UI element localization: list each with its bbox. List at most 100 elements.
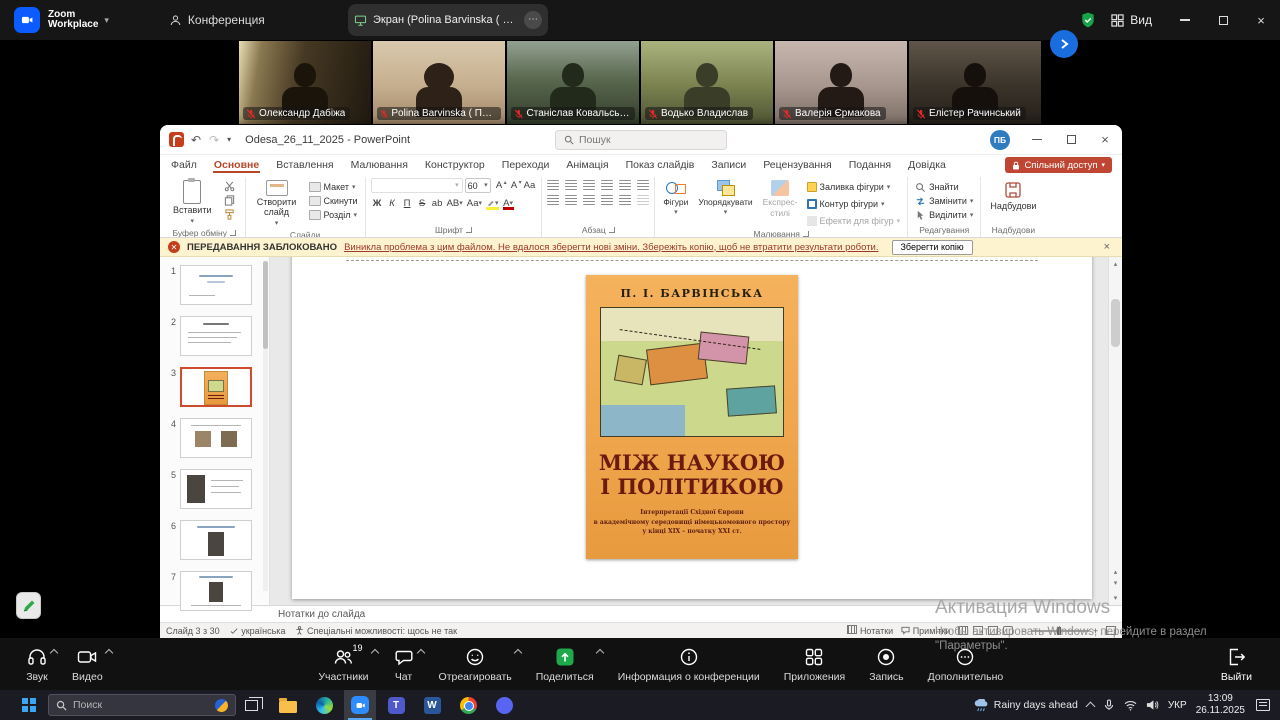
react-menu-caret[interactable]: [514, 649, 522, 657]
slide-thumb-6[interactable]: 6: [168, 520, 269, 560]
chat-menu-caret[interactable]: [416, 649, 424, 657]
italic-button[interactable]: К: [386, 196, 399, 210]
chrome-icon[interactable]: [452, 690, 484, 720]
columns-icon[interactable]: [619, 195, 631, 205]
smartart-convert-icon[interactable]: [637, 195, 649, 205]
shape-outline-button[interactable]: Контур фігури▾: [805, 197, 903, 211]
taskbar-search-box[interactable]: [48, 694, 236, 716]
tab-insert[interactable]: Вставлення: [275, 157, 334, 173]
quick-styles-button[interactable]: Експрес-стилі: [760, 178, 801, 221]
dialog-launcher-icon[interactable]: [803, 231, 809, 237]
taskbar-search-input[interactable]: [73, 699, 209, 711]
apps-button[interactable]: Приложения: [772, 638, 857, 690]
tab-view[interactable]: Подання: [848, 157, 892, 173]
chat-button[interactable]: Чат: [381, 638, 427, 690]
notes-pane[interactable]: Нотатки до слайда: [160, 605, 1122, 622]
align-left-icon[interactable]: [547, 195, 559, 205]
more-button[interactable]: Дополнительно: [916, 638, 1016, 690]
tab-draw[interactable]: Малювання: [350, 157, 409, 173]
start-button[interactable]: [12, 690, 46, 720]
close-button[interactable]: ×: [1242, 0, 1280, 40]
minimize-button[interactable]: [1166, 0, 1204, 40]
hidden-icons-chevron[interactable]: [1085, 702, 1095, 712]
tab-more-button[interactable]: ⋯: [524, 11, 542, 29]
slide-canvas[interactable]: П. І. БАРВІНСЬКА МІЖ НАУКОЮ І ПОЛІТИКОЮ …: [270, 257, 1122, 605]
participants-menu-caret[interactable]: [370, 649, 378, 657]
slide-thumb-2[interactable]: 2: [168, 316, 269, 356]
bullets-icon[interactable]: [547, 180, 559, 190]
nav-meeting-tab[interactable]: Конференция: [169, 13, 265, 27]
view-button[interactable]: Вид: [1111, 13, 1152, 27]
accessibility-status[interactable]: Спеціальні можливості: щось не так: [295, 626, 457, 636]
ppt-search-box[interactable]: [555, 130, 727, 150]
previous-slide-button[interactable]: ▴: [1114, 568, 1118, 576]
teams-icon[interactable]: [380, 690, 412, 720]
tab-transitions[interactable]: Переходи: [501, 157, 551, 173]
warning-close-icon[interactable]: ×: [1100, 241, 1114, 253]
next-participants-button[interactable]: [1050, 30, 1078, 58]
paste-button[interactable]: Вставити ▾: [169, 178, 216, 227]
annotation-button[interactable]: [16, 592, 41, 619]
ppt-close-button[interactable]: ×: [1088, 125, 1122, 155]
select-button[interactable]: Виділити▾: [913, 208, 975, 222]
redo-icon[interactable]: ↷: [209, 133, 219, 147]
change-case-button[interactable]: Аа▾: [466, 196, 483, 210]
participant-tile-active[interactable]: Polina Barvinska ( Поліна…: [373, 41, 505, 124]
fit-slide-icon[interactable]: [1106, 626, 1116, 635]
dialog-launcher-icon[interactable]: [609, 227, 615, 233]
record-button[interactable]: Запись: [857, 638, 915, 690]
next-slide-button[interactable]: ▾: [1114, 579, 1118, 587]
book-cover-image[interactable]: П. І. БАРВІНСЬКА МІЖ НАУКОЮ І ПОЛІТИКОЮ …: [586, 275, 798, 559]
tab-review[interactable]: Рецензування: [762, 157, 832, 173]
user-avatar[interactable]: ПБ: [990, 130, 1010, 150]
normal-view-icon[interactable]: [958, 626, 968, 635]
participant-tile[interactable]: Водько Владислав: [641, 41, 773, 124]
language-status[interactable]: українська: [230, 626, 286, 636]
slide-thumb-3-selected[interactable]: 3: [168, 367, 269, 407]
task-view-button[interactable]: [236, 690, 266, 720]
leave-button[interactable]: Выйти: [1207, 638, 1266, 690]
canvas-scrollbar[interactable]: ▴ ▴ ▾ ▾: [1108, 257, 1122, 605]
shrink-font-button[interactable]: А▾: [508, 179, 521, 193]
participant-tile[interactable]: Олександр Дабіжа: [239, 41, 371, 124]
copy-button[interactable]: [220, 194, 240, 207]
tab-home[interactable]: Основне: [213, 157, 260, 173]
scrollbar-thumb[interactable]: [1111, 299, 1120, 347]
zoom-out-icon[interactable]: −: [1021, 626, 1026, 636]
font-name-combo[interactable]: ▾: [371, 178, 463, 193]
slideshow-icon[interactable]: [1003, 626, 1013, 635]
slide-sorter-icon[interactable]: [973, 626, 983, 635]
thumbnail-scrollbar[interactable]: [263, 261, 268, 591]
speaker-icon[interactable]: [1146, 699, 1159, 711]
cut-button[interactable]: [220, 180, 240, 193]
line-spacing-icon[interactable]: [619, 180, 631, 190]
zoom-knob[interactable]: [1057, 627, 1061, 635]
zoom-in-icon[interactable]: +: [1093, 626, 1098, 636]
audio-button[interactable]: Звук: [14, 638, 60, 690]
slide-thumb-1[interactable]: 1: [168, 265, 269, 305]
participant-tile[interactable]: Елістер Рачинський: [909, 41, 1041, 124]
comments-toggle[interactable]: Примітки: [901, 626, 950, 636]
share-screen-button[interactable]: Поделиться: [524, 638, 606, 690]
share-access-button[interactable]: Спільний доступ ▾: [1005, 157, 1112, 173]
screen-share-tab[interactable]: Экран (Polina Barvinska ( Поліна… ⋯: [348, 4, 548, 36]
text-shadow-button[interactable]: ab: [431, 196, 444, 210]
qat-dropdown-icon[interactable]: ▾: [227, 135, 231, 144]
tab-recording[interactable]: Записи: [710, 157, 747, 173]
dialog-launcher-icon[interactable]: [466, 227, 472, 233]
grow-font-button[interactable]: А▴: [493, 179, 506, 193]
file-explorer-icon[interactable]: [272, 690, 304, 720]
format-painter-button[interactable]: [220, 208, 240, 221]
ppt-restore-button[interactable]: [1054, 125, 1088, 155]
chevron-down-icon[interactable]: ▾: [104, 15, 109, 26]
zoom-app-icon[interactable]: [344, 690, 376, 720]
section-button[interactable]: Розділ▾: [307, 208, 360, 222]
replace-button[interactable]: Замінити▾: [913, 194, 975, 208]
participant-tile[interactable]: Станіслав Ковальський: [507, 41, 639, 124]
slide-counter[interactable]: Слайд 3 з 30: [166, 626, 220, 636]
audio-menu-caret[interactable]: [50, 649, 58, 657]
shapes-button[interactable]: Фігури▾: [660, 178, 691, 218]
indent-decrease-icon[interactable]: [583, 180, 595, 190]
tab-animations[interactable]: Анімація: [565, 157, 609, 173]
language-indicator[interactable]: УКР: [1168, 700, 1187, 711]
